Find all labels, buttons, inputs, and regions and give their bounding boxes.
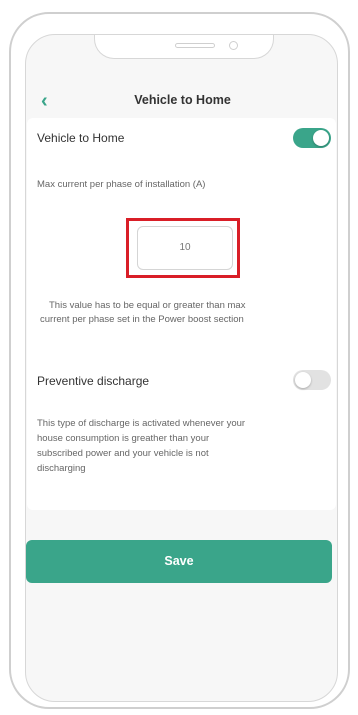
phone-notch <box>94 35 274 59</box>
camera-icon <box>229 41 238 50</box>
discharge-desc-line-1: This type of discharge is activated when… <box>37 418 246 429</box>
v2h-label: Vehicle to Home <box>37 131 125 145</box>
max-current-input[interactable]: 10 <box>137 226 233 270</box>
max-current-label: Max current per phase of installation (A… <box>37 179 206 190</box>
page-title: Vehicle to Home <box>134 93 231 107</box>
preventive-discharge-toggle[interactable] <box>293 370 331 390</box>
toggle-knob <box>313 130 329 146</box>
nav-bar: ‹ Vehicle to Home <box>26 88 337 116</box>
discharge-desc-line-4: discharging <box>37 463 86 474</box>
hint-line-1: This value has to be equal or greater th… <box>49 300 246 311</box>
discharge-desc-line-3: subscribed power and your vehicle is not <box>37 448 209 459</box>
toggle-knob <box>295 372 311 388</box>
preventive-discharge-label: Preventive discharge <box>37 374 150 388</box>
save-button[interactable]: Save <box>26 540 332 583</box>
speaker-icon <box>175 43 215 48</box>
hint-line-2: current per phase set in the Power boost… <box>40 314 244 325</box>
discharge-desc-line-2: house consumption is greather than your <box>37 433 210 444</box>
v2h-toggle[interactable] <box>293 128 331 148</box>
